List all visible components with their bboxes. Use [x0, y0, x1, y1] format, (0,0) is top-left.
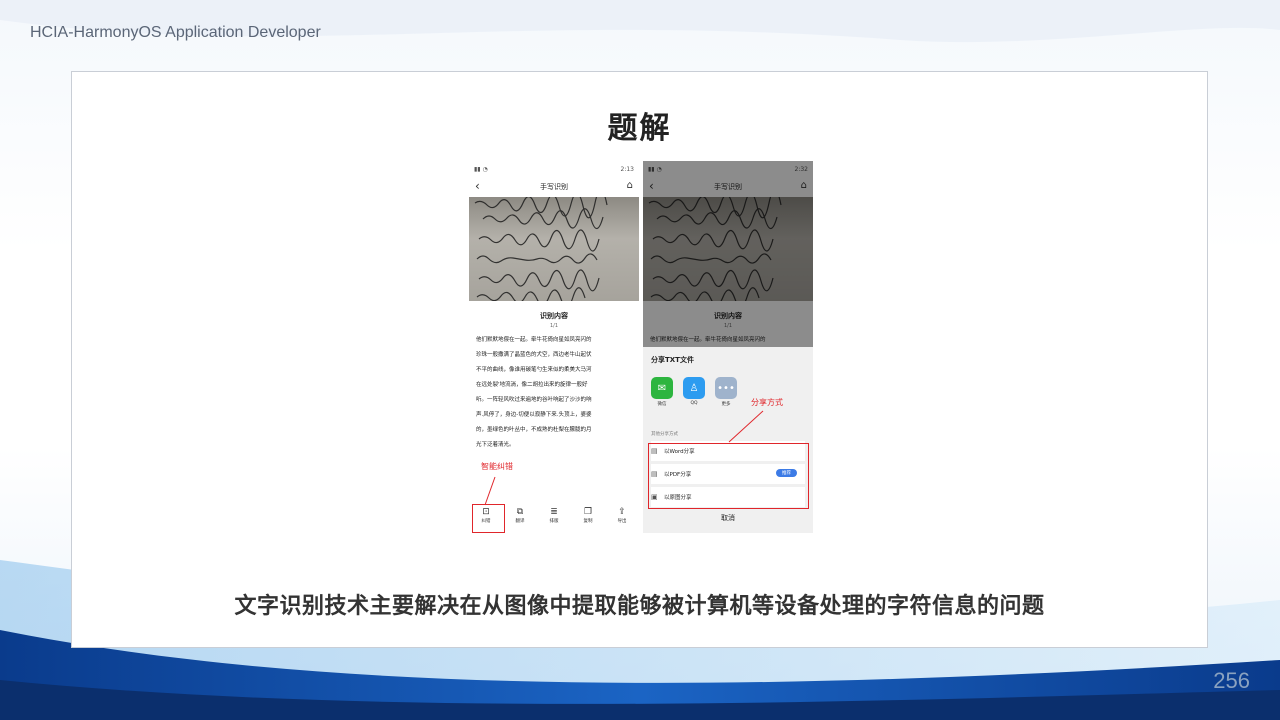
- toolbar-format[interactable]: ≣ 排版: [540, 503, 568, 533]
- phone-screenshot-recognition: ▮▮ ◔ 2:13 ‹ 手写识别 ⌂ 识别内容 1/1 他们默默地偎在一起。牵牛…: [469, 161, 639, 533]
- course-header: HCIA-HarmonyOS Application Developer: [30, 24, 321, 41]
- copy-icon: ❐: [583, 507, 593, 517]
- slide-caption: 文字识别技术主要解决在从图像中提取能够被计算机等设备处理的字符信息的问题: [234, 594, 1045, 619]
- toolbar-copy[interactable]: ❐ 复制: [574, 503, 602, 533]
- share-options-highlight-box: [648, 443, 809, 509]
- toolbar-export[interactable]: ⇪ 导出: [608, 503, 636, 533]
- annotation-arrow: [484, 476, 496, 506]
- toolbar-translate[interactable]: ⧉ 翻译: [506, 503, 534, 533]
- slide-title: 题解: [607, 111, 672, 146]
- translate-icon: ⧉: [516, 507, 524, 517]
- content-card: 题解 ▮▮ ◔ 2:13 ‹ 手写识别 ⌂ 识别内容 1/1 他们默默地偎在一起…: [71, 71, 1208, 648]
- export-icon: ⇪: [618, 507, 626, 517]
- correction-highlight-box: [472, 504, 505, 533]
- page-number: 256: [1213, 668, 1250, 693]
- format-icon: ≣: [550, 507, 558, 517]
- phone-screenshot-share: ▮▮ ◔ 2:32 ‹ 手写识别 ⌂ 识别内容 1/1 他们默默地偎在一起。牵牛…: [643, 161, 813, 533]
